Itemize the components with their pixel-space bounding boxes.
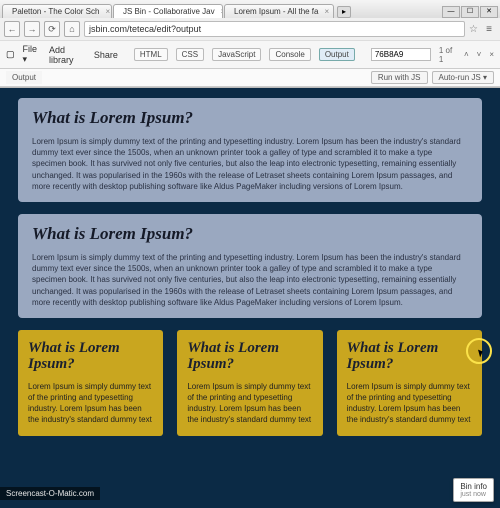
card-paragraph: Lorem Ipsum is simply dummy text of the … [347,381,472,426]
panel-js-button[interactable]: JavaScript [212,48,261,61]
bin-info-title: Bin info [460,482,487,491]
find-prev-icon[interactable]: ˄ [464,50,469,59]
card-heading: What is Lorem Ipsum? [187,340,312,373]
auto-run-toggle[interactable]: Auto-run JS ▾ [432,71,495,84]
bin-info-time: just now [460,491,487,498]
tab-label: Lorem Ipsum - All the fa [234,7,318,16]
file-menu[interactable]: File ▾ [23,44,41,65]
browser-tab[interactable]: Lorem Ipsum - All the fa × [224,4,334,18]
output-bar: Output Run with JS Auto-run JS ▾ [0,69,500,87]
block-paragraph: Lorem Ipsum is simply dummy text of the … [32,136,468,192]
card-heading: What is Lorem Ipsum? [28,340,153,373]
bin-info-popover[interactable]: Bin info just now [453,478,494,502]
block-heading: What is Lorem Ipsum? [32,108,468,128]
panel-console-button[interactable]: Console [269,48,310,61]
home-button[interactable]: ⌂ [64,21,80,37]
panel-output-button[interactable]: Output [319,48,355,61]
forward-button[interactable]: → [24,21,40,37]
close-window-button[interactable]: ✕ [480,6,498,18]
tab-bar: Paletton - The Color Sch × JS Bin - Colla… [0,0,500,18]
new-tab-button[interactable]: ▸ [337,6,351,18]
chevron-down-icon: ▾ [483,73,487,82]
share-menu[interactable]: Share [94,50,118,60]
find-close-icon[interactable]: × [489,50,494,59]
browser-chrome: Paletton - The Color Sch × JS Bin - Colla… [0,0,500,88]
find-next-icon[interactable]: ˅ [477,50,482,59]
close-icon[interactable]: × [324,7,329,16]
window-controls: — ☐ ✕ [442,6,500,18]
card-paragraph: Lorem Ipsum is simply dummy text of the … [187,381,312,426]
content-card: What is Lorem Ipsum? Lorem Ipsum is simp… [337,330,482,436]
content-block: What is Lorem Ipsum? Lorem Ipsum is simp… [18,214,482,318]
output-viewport[interactable]: What is Lorem Ipsum? Lorem Ipsum is simp… [0,88,500,508]
add-library[interactable]: Add library [49,45,86,65]
block-heading: What is Lorem Ipsum? [32,224,468,244]
tab-label: JS Bin - Collaborative Jav [123,7,215,16]
content-block: What is Lorem Ipsum? Lorem Ipsum is simp… [18,98,482,202]
url-input[interactable]: jsbin.com/teteca/edit?output [84,21,465,37]
maximize-button[interactable]: ☐ [461,6,479,18]
content-card: What is Lorem Ipsum? Lorem Ipsum is simp… [18,330,163,436]
card-heading: What is Lorem Ipsum? [347,340,472,373]
close-icon[interactable]: × [105,7,110,16]
browser-tab-active[interactable]: JS Bin - Collaborative Jav × [113,4,223,18]
panel-css-button[interactable]: CSS [176,48,204,61]
find-input[interactable] [371,48,431,61]
reload-button[interactable]: ⟳ [44,21,60,37]
jsbin-logo-icon[interactable]: ▢ [6,49,15,60]
back-button[interactable]: ← [4,21,20,37]
panel-html-button[interactable]: HTML [134,48,168,61]
card-row: What is Lorem Ipsum? Lorem Ipsum is simp… [18,330,482,436]
output-label: Output [6,71,42,84]
jsbin-toolbar: ▢ File ▾ Add library Share HTML CSS Java… [0,40,500,69]
cursor-highlight-icon [466,338,492,364]
bookmark-icon[interactable]: ☆ [469,24,478,35]
address-bar: ← → ⟳ ⌂ jsbin.com/teteca/edit?output ☆ ≡ [0,18,500,40]
block-paragraph: Lorem Ipsum is simply dummy text of the … [32,252,468,308]
find-counter: 1 of 1 [439,46,456,64]
tab-label: Paletton - The Color Sch [12,7,99,16]
card-paragraph: Lorem Ipsum is simply dummy text of the … [28,381,153,426]
menu-icon[interactable]: ≡ [482,24,496,35]
content-card: What is Lorem Ipsum? Lorem Ipsum is simp… [177,330,322,436]
watermark: Screencast-O-Matic.com [0,487,100,500]
close-icon[interactable]: × [221,7,223,16]
run-with-js-button[interactable]: Run with JS [371,71,428,84]
browser-tab[interactable]: Paletton - The Color Sch × [2,4,112,18]
minimize-button[interactable]: — [442,6,460,18]
